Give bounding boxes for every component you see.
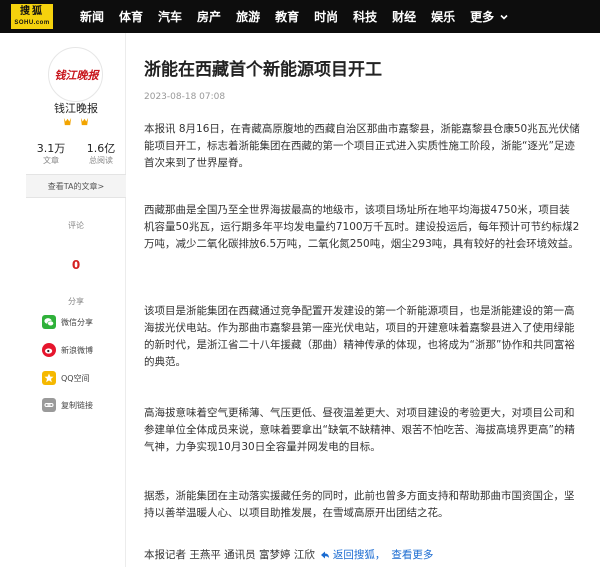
share-section-title: 分享: [68, 297, 84, 306]
share-weibo-button[interactable]: 新浪微博: [42, 342, 93, 358]
nav-item-news[interactable]: 新闻: [80, 8, 104, 25]
comment-count[interactable]: 0: [26, 258, 126, 272]
top-nav-bar: 搜狐 SOHU.com 新闻 体育 汽车 房产 旅游 教育 时尚 科技 财经 娱…: [0, 0, 600, 33]
logo-text-cn: 搜狐: [20, 6, 44, 17]
author-name[interactable]: 钱江晚报: [26, 100, 126, 116]
article-paragraph: 西藏那曲是全国乃至全世界海拔最高的地级市，该项目场址所在地平均海拔4750米，项…: [144, 204, 580, 250]
link-icon: [42, 398, 56, 412]
share-wechat-label: 微信分享: [61, 317, 93, 327]
article-date: 2023-08-18 07:08: [144, 92, 226, 102]
back-to-sohu-label: 返回搜狐，: [332, 549, 386, 561]
nav-item-tech[interactable]: 科技: [353, 8, 377, 25]
nav-item-auto[interactable]: 汽车: [158, 8, 182, 25]
medal-icon: [80, 117, 89, 126]
view-more-link[interactable]: 查看更多: [391, 547, 433, 562]
stat-reads-label: 总阅读: [89, 156, 113, 165]
qzone-icon: [42, 371, 56, 385]
article-paragraph: 该项目是浙能集团在西藏通过竞争配置开发建设的第一个新能源项目，也是浙能建设的第一…: [144, 305, 575, 368]
back-to-sohu-link[interactable]: 返回搜狐，: [320, 547, 386, 562]
sohu-logo[interactable]: 搜狐 SOHU.com: [11, 4, 53, 29]
article-title: 浙能在西藏首个新能源项目开工: [144, 60, 382, 80]
view-author-articles-link[interactable]: 查看TA的文章>: [26, 174, 126, 198]
author-avatar[interactable]: 钱江晚报: [48, 47, 103, 102]
article-byline: 本报记者 王燕平 通讯员 富梦婷 江欣 返回搜狐， 查看更多: [144, 547, 433, 562]
share-weibo-label: 新浪微博: [61, 345, 93, 355]
nav-item-travel[interactable]: 旅游: [236, 8, 260, 25]
nav-item-house[interactable]: 房产: [197, 8, 221, 25]
nav-more-label: 更多: [470, 10, 495, 24]
avatar-logo-text: 钱江晚报: [55, 69, 101, 82]
chevron-down-icon: [500, 14, 508, 20]
nav-more-menu[interactable]: 更多: [470, 8, 509, 25]
article-paragraph: 据悉，浙能集团在主动落实援藏任务的同时，此前也曾多方面支持和帮助那曲市国资国企，…: [144, 490, 575, 519]
nav-item-entertainment[interactable]: 娱乐: [431, 8, 455, 25]
nav-item-sports[interactable]: 体育: [119, 8, 143, 25]
article-paragraph: 高海拔意味着空气更稀薄、气压更低、昼夜温差更大、对项目建设的考验更大，对项目公司…: [144, 407, 575, 453]
back-arrow-icon: [320, 551, 329, 558]
copy-link-label: 复制链接: [61, 400, 93, 410]
share-qzone-button[interactable]: QQ空间: [42, 370, 90, 386]
comment-section-title: 评论: [68, 221, 84, 230]
nav-item-education[interactable]: 教育: [275, 8, 299, 25]
logo-text-en: SOHU.com: [14, 20, 50, 26]
channel-nav: 新闻 体育 汽车 房产 旅游 教育 时尚 科技 财经 娱乐 更多: [80, 0, 509, 33]
stat-reads-value: 1.6亿: [86, 142, 116, 155]
byline-text: 本报记者 王燕平 通讯员 富梦婷 江欣: [144, 549, 315, 561]
stat-total-reads: 1.6亿 总阅读: [76, 142, 126, 166]
stat-articles: 3.1万 文章: [26, 142, 76, 166]
share-qzone-label: QQ空间: [61, 373, 90, 383]
author-avatar-image: 钱江晚报: [55, 69, 101, 82]
nav-item-finance[interactable]: 财经: [392, 8, 416, 25]
weibo-icon: [42, 343, 56, 357]
author-medals: [26, 117, 126, 126]
copy-link-button[interactable]: 复制链接: [42, 397, 93, 413]
wechat-icon: [42, 315, 56, 329]
share-wechat-button[interactable]: 微信分享: [42, 314, 93, 330]
nav-item-fashion[interactable]: 时尚: [314, 8, 338, 25]
medal-icon: [63, 117, 72, 126]
author-sidebar: 钱江晚报 钱江晚报 3.1万 文章 1.6亿 总阅读 查看TA的文章> 评论 0…: [26, 33, 126, 567]
article-paragraph: 本报讯 8月16日，在青藏高原腹地的西藏自治区那曲市嘉黎县，浙能嘉黎县仓康50兆…: [144, 123, 580, 169]
stat-articles-value: 3.1万: [36, 142, 66, 155]
stat-articles-label: 文章: [43, 156, 59, 165]
